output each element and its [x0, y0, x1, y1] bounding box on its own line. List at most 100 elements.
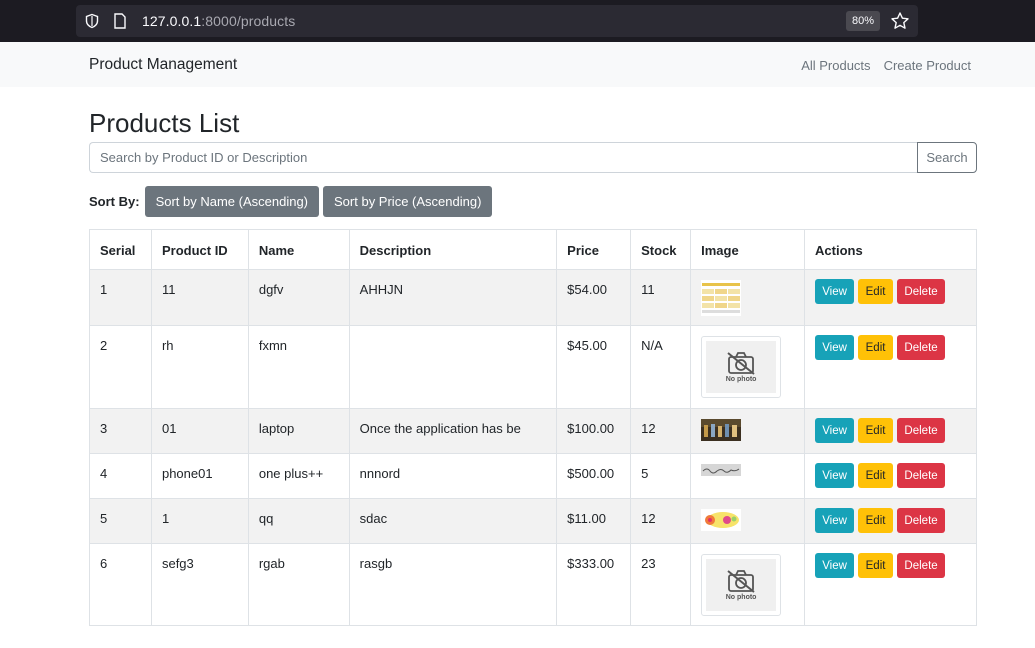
cell-description	[348, 325, 558, 409]
edit-button[interactable]: Edit	[858, 418, 894, 443]
url-text[interactable]: 127.0.0.1:8000/products	[142, 13, 295, 29]
cell-name: rgab	[247, 543, 350, 626]
products-table: Serial Product ID Name Description Price…	[89, 229, 977, 626]
table-row: 6 sefg3 rgab rasgb $333.00 23 No photo V…	[89, 543, 977, 626]
browser-toolbar: 127.0.0.1:8000/products 80%	[0, 0, 1035, 42]
cell-product-id: rh	[150, 325, 249, 409]
bookmark-star-icon[interactable]	[890, 11, 910, 36]
view-button[interactable]: View	[815, 279, 855, 304]
cell-name: laptop	[247, 408, 350, 454]
cell-serial: 2	[89, 325, 152, 409]
cell-name: dgfv	[247, 269, 350, 326]
camera-off-icon	[727, 570, 755, 593]
table-row: 5 1 qq sdac $11.00 12 View Edit Delete	[89, 498, 977, 544]
sort-controls: Sort By: Sort by Name (Ascending) Sort b…	[89, 186, 977, 217]
main-content: Products List Search Sort By: Sort by Na…	[89, 87, 977, 626]
search-button[interactable]: Search	[917, 142, 977, 173]
zoom-level-badge[interactable]: 80%	[845, 11, 880, 31]
cell-product-id: sefg3	[150, 543, 249, 626]
nav-links: All Products Create Product	[801, 58, 971, 73]
column-header-actions: Actions	[804, 229, 977, 270]
cell-name: one plus++	[247, 453, 350, 499]
cell-stock: 11	[630, 269, 692, 326]
shield-icon[interactable]	[82, 11, 102, 31]
view-button[interactable]: View	[815, 335, 855, 360]
edit-button[interactable]: Edit	[858, 463, 894, 488]
cell-serial: 3	[89, 408, 152, 454]
view-button[interactable]: View	[815, 418, 855, 443]
edit-button[interactable]: Edit	[858, 508, 894, 533]
edit-button[interactable]: Edit	[858, 335, 894, 360]
delete-button[interactable]: Delete	[897, 508, 946, 533]
sort-by-name-button[interactable]: Sort by Name (Ascending)	[144, 186, 320, 217]
delete-button[interactable]: Delete	[897, 279, 946, 304]
delete-button[interactable]: Delete	[897, 335, 946, 360]
cell-actions: View Edit Delete	[804, 408, 977, 454]
cell-actions: View Edit Delete	[804, 325, 977, 409]
search-input[interactable]	[89, 142, 917, 173]
cell-description: sdac	[348, 498, 558, 544]
cell-serial: 4	[89, 453, 152, 499]
search-form: Search	[89, 142, 977, 173]
cell-stock: 12	[630, 408, 692, 454]
column-header-name: Name	[247, 229, 350, 270]
cell-description: Once the application has be	[348, 408, 558, 454]
table-row: 3 01 laptop Once the application has be …	[89, 408, 977, 454]
column-header-image: Image	[690, 229, 806, 270]
cell-image	[690, 498, 806, 544]
nav-link-all-products[interactable]: All Products	[801, 58, 870, 73]
sort-by-price-button[interactable]: Sort by Price (Ascending)	[323, 186, 493, 217]
cell-serial: 5	[89, 498, 152, 544]
view-button[interactable]: View	[815, 553, 855, 578]
cell-price: $333.00	[556, 543, 632, 626]
cell-description: nnnord	[348, 453, 558, 499]
column-header-product-id: Product ID	[150, 229, 249, 270]
delete-button[interactable]: Delete	[897, 463, 946, 488]
no-photo-text: No photo	[725, 594, 757, 601]
cell-product-id: 1	[150, 498, 249, 544]
product-image-thumbnail	[701, 464, 742, 476]
cell-image: No photo	[690, 325, 806, 409]
camera-off-icon	[727, 352, 755, 375]
cell-image: No photo	[690, 543, 806, 626]
table-row: 4 phone01 one plus++ nnnord $500.00 5 Vi…	[89, 453, 977, 499]
cell-actions: View Edit Delete	[804, 453, 977, 499]
edit-button[interactable]: Edit	[858, 553, 894, 578]
delete-button[interactable]: Delete	[897, 418, 946, 443]
no-photo-text: No photo	[725, 376, 757, 383]
table-header-row: Serial Product ID Name Description Price…	[89, 229, 977, 270]
no-photo-placeholder: No photo	[701, 336, 782, 398]
cell-price: $54.00	[556, 269, 632, 326]
sort-label: Sort By:	[89, 194, 140, 209]
delete-button[interactable]: Delete	[897, 553, 946, 578]
cell-image	[690, 453, 806, 499]
cell-serial: 1	[89, 269, 152, 326]
table-row: 1 11 dgfv AHHJN $54.00 11 View Edit Dele…	[89, 269, 977, 326]
view-button[interactable]: View	[815, 508, 855, 533]
no-photo-placeholder: No photo	[701, 554, 782, 616]
cell-price: $500.00	[556, 453, 632, 499]
cell-price: $45.00	[556, 325, 632, 409]
cell-image	[690, 269, 806, 326]
cell-price: $100.00	[556, 408, 632, 454]
edit-button[interactable]: Edit	[858, 279, 894, 304]
column-header-description: Description	[348, 229, 558, 270]
nav-link-create-product[interactable]: Create Product	[884, 58, 971, 73]
page-icon	[110, 11, 130, 31]
url-bar[interactable]: 127.0.0.1:8000/products 80%	[76, 5, 918, 37]
cell-stock: 5	[630, 453, 692, 499]
cell-stock: 12	[630, 498, 692, 544]
navbar-brand[interactable]: Product Management	[89, 56, 237, 74]
cell-description: rasgb	[348, 543, 558, 626]
cell-product-id: phone01	[150, 453, 249, 499]
cell-serial: 6	[89, 543, 152, 626]
view-button[interactable]: View	[815, 463, 855, 488]
product-image-thumbnail	[701, 509, 742, 531]
column-header-price: Price	[556, 229, 632, 270]
cell-product-id: 11	[150, 269, 249, 326]
cell-name: fxmn	[247, 325, 350, 409]
product-image-thumbnail	[701, 419, 742, 441]
cell-actions: View Edit Delete	[804, 498, 977, 544]
cell-image	[690, 408, 806, 454]
cell-description: AHHJN	[348, 269, 558, 326]
